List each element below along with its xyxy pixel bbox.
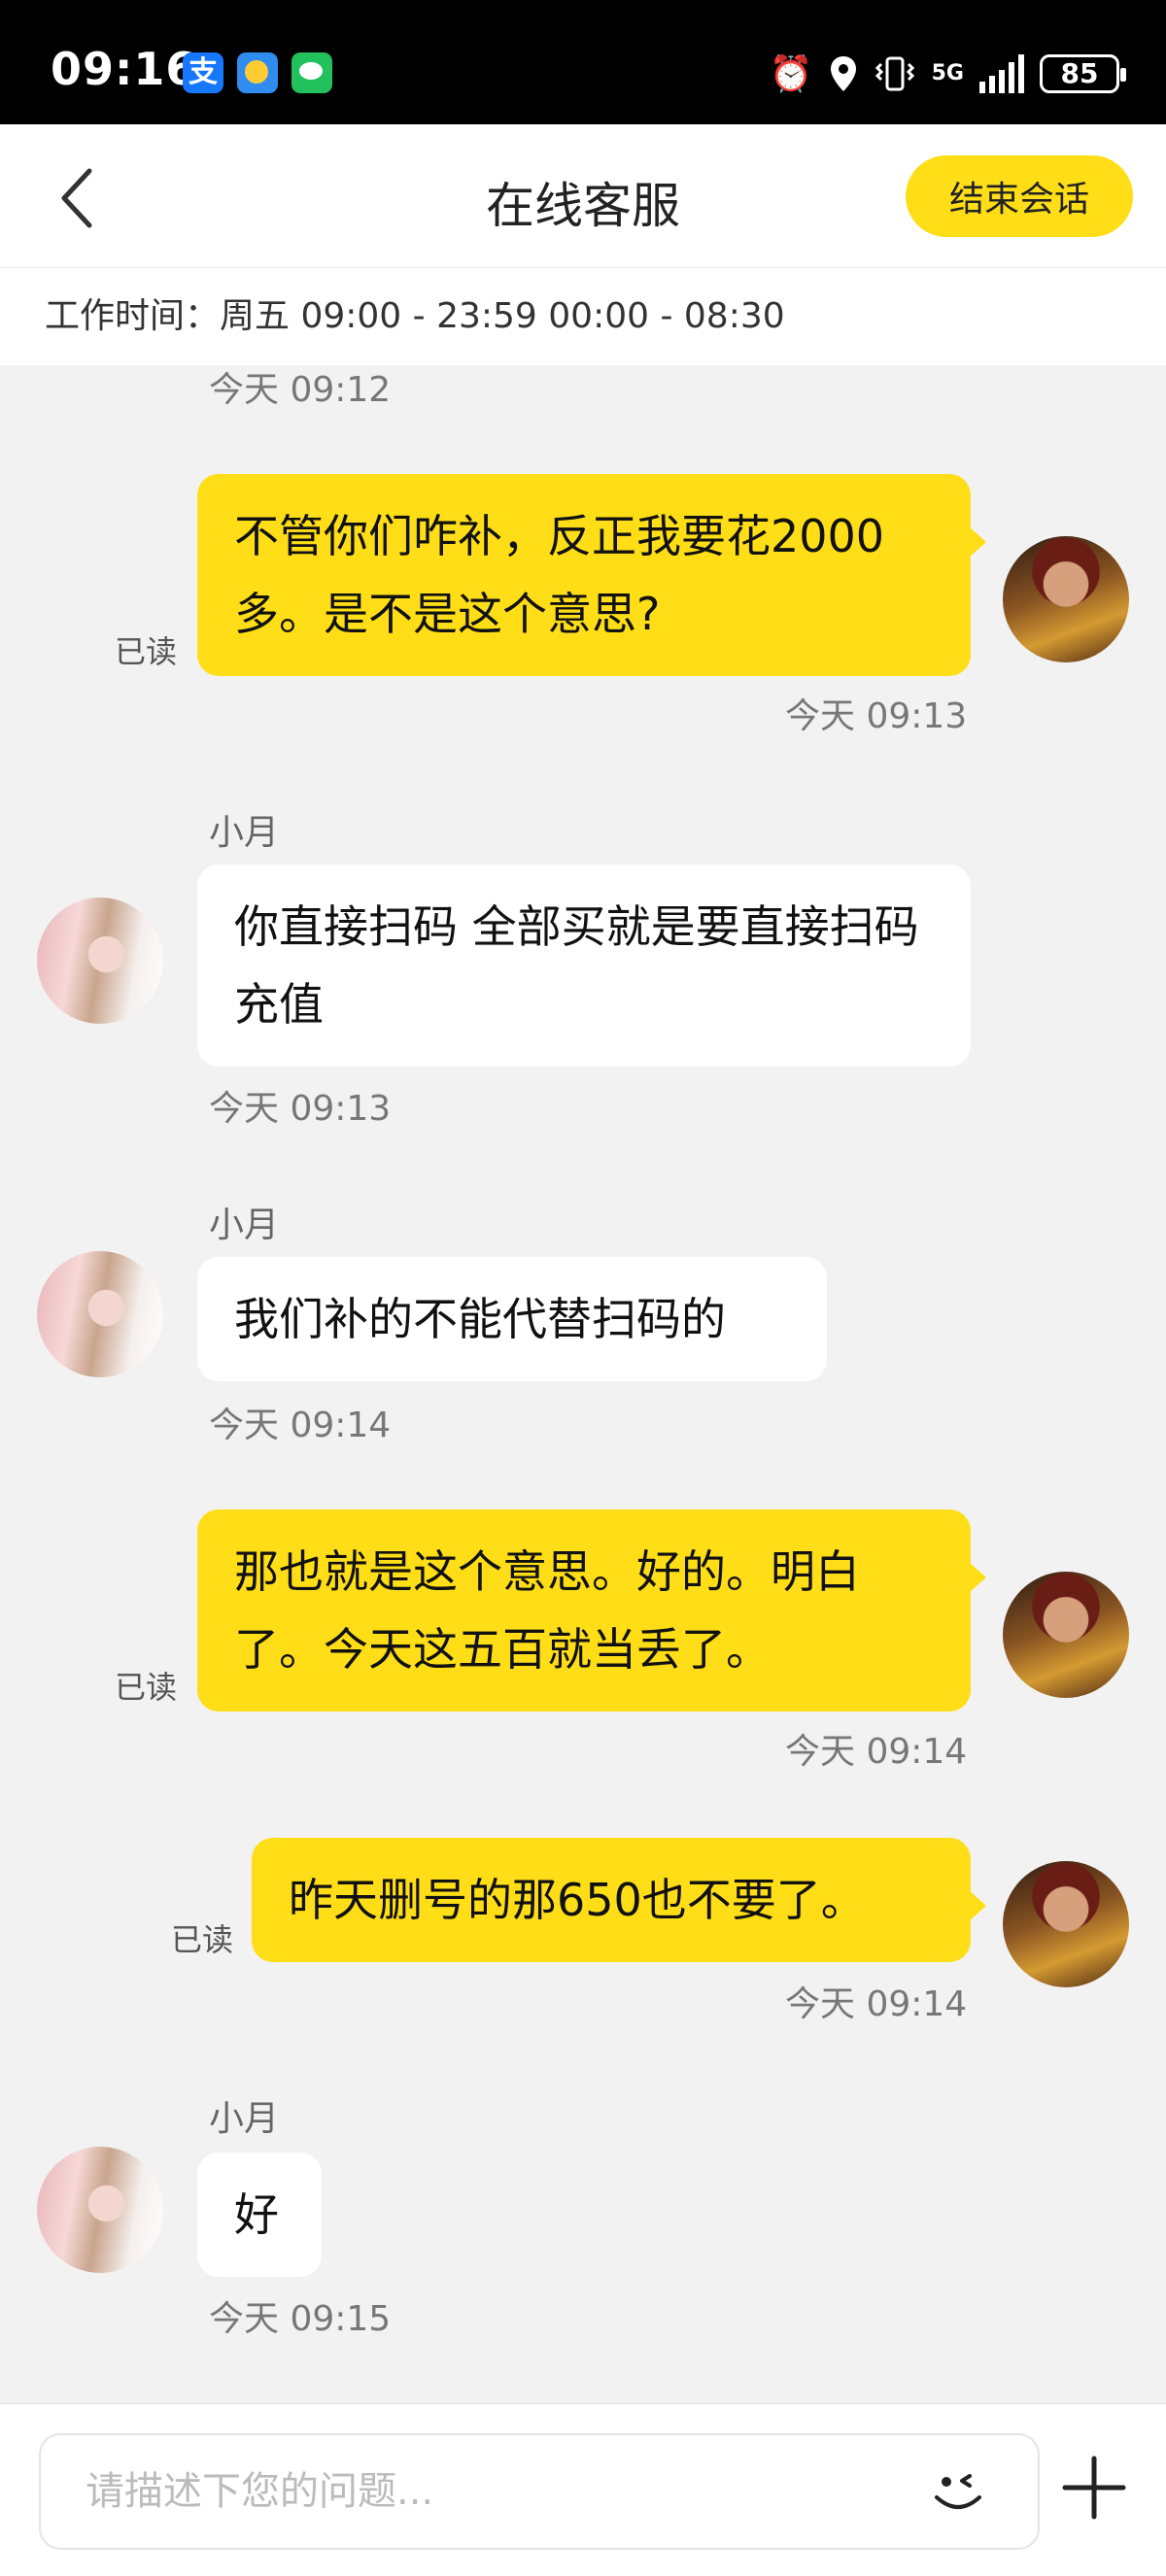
- message-time: 今天 09:15: [209, 2299, 392, 2339]
- incoming-message-bubble[interactable]: 我们补的不能代替扫码的: [197, 1257, 827, 1381]
- read-receipt: 已读: [115, 633, 178, 670]
- sender-name: 小月: [209, 813, 280, 853]
- user-avatar[interactable]: [1003, 1861, 1129, 1987]
- message-time: 今天 09:13: [209, 1089, 392, 1129]
- location-icon: [830, 56, 856, 91]
- signal-icon: [979, 54, 1024, 93]
- message-time: 今天 09:14: [785, 1732, 968, 1772]
- message-time: 今天 09:14: [785, 1984, 968, 2024]
- wechat-icon: [292, 52, 332, 93]
- sender-name: 小月: [209, 1205, 280, 1245]
- message-time: 今天 09:12: [209, 370, 392, 410]
- end-session-button[interactable]: 结束会话: [906, 155, 1133, 237]
- vibrate-icon: [874, 56, 914, 91]
- work-hours-banner: 工作时间：周五 09:00 - 23:59 00:00 - 08:30: [0, 268, 1166, 365]
- outgoing-message-bubble[interactable]: 那也就是这个意思。好的。明白了。今天这五百就当丢了。: [197, 1509, 986, 1712]
- agent-avatar[interactable]: [37, 2147, 163, 2273]
- read-receipt: 已读: [171, 1921, 234, 1958]
- outgoing-message-bubble[interactable]: 不管你们咋补，反正我要花2000多。是不是这个意思?: [197, 474, 986, 676]
- status-bar: 09:16 支 ⏰ 5G 85: [0, 0, 1166, 124]
- input-bar: 请描述下您的问题...: [0, 2403, 1166, 2576]
- battery-icon: 85: [1040, 54, 1126, 93]
- incoming-message-bubble[interactable]: 你直接扫码 全部买就是要直接扫码充值: [197, 864, 971, 1067]
- user-avatar[interactable]: [1003, 1572, 1129, 1698]
- message-time: 今天 09:14: [209, 1406, 392, 1445]
- read-receipt: 已读: [115, 1669, 178, 1706]
- outgoing-message-bubble[interactable]: 昨天删号的那650也不要了。: [252, 1838, 986, 1962]
- weather-icon: [237, 52, 278, 93]
- agent-avatar[interactable]: [37, 1251, 163, 1377]
- alarm-icon: ⏰: [769, 54, 813, 94]
- plus-icon[interactable]: [1055, 2449, 1133, 2526]
- alipay-icon: 支: [183, 52, 223, 93]
- chat-header: 在线客服 结束会话: [0, 124, 1166, 268]
- emoji-icon[interactable]: [919, 2449, 997, 2526]
- incoming-message-bubble[interactable]: 好: [197, 2152, 322, 2277]
- network-type: 5G: [931, 61, 964, 85]
- message-input[interactable]: 请描述下您的问题...: [39, 2433, 1040, 2550]
- status-icons: ⏰ 5G 85: [769, 47, 1126, 101]
- status-time: 09:16: [51, 43, 198, 95]
- message-time: 今天 09:13: [785, 696, 968, 736]
- chat-area[interactable]: 今天 09:12 不管你们咋补，反正我要花2000多。是不是这个意思? 已读 今…: [0, 365, 1166, 2403]
- sender-name: 小月: [209, 2099, 280, 2139]
- user-avatar[interactable]: [1003, 536, 1129, 662]
- agent-avatar[interactable]: [37, 898, 163, 1024]
